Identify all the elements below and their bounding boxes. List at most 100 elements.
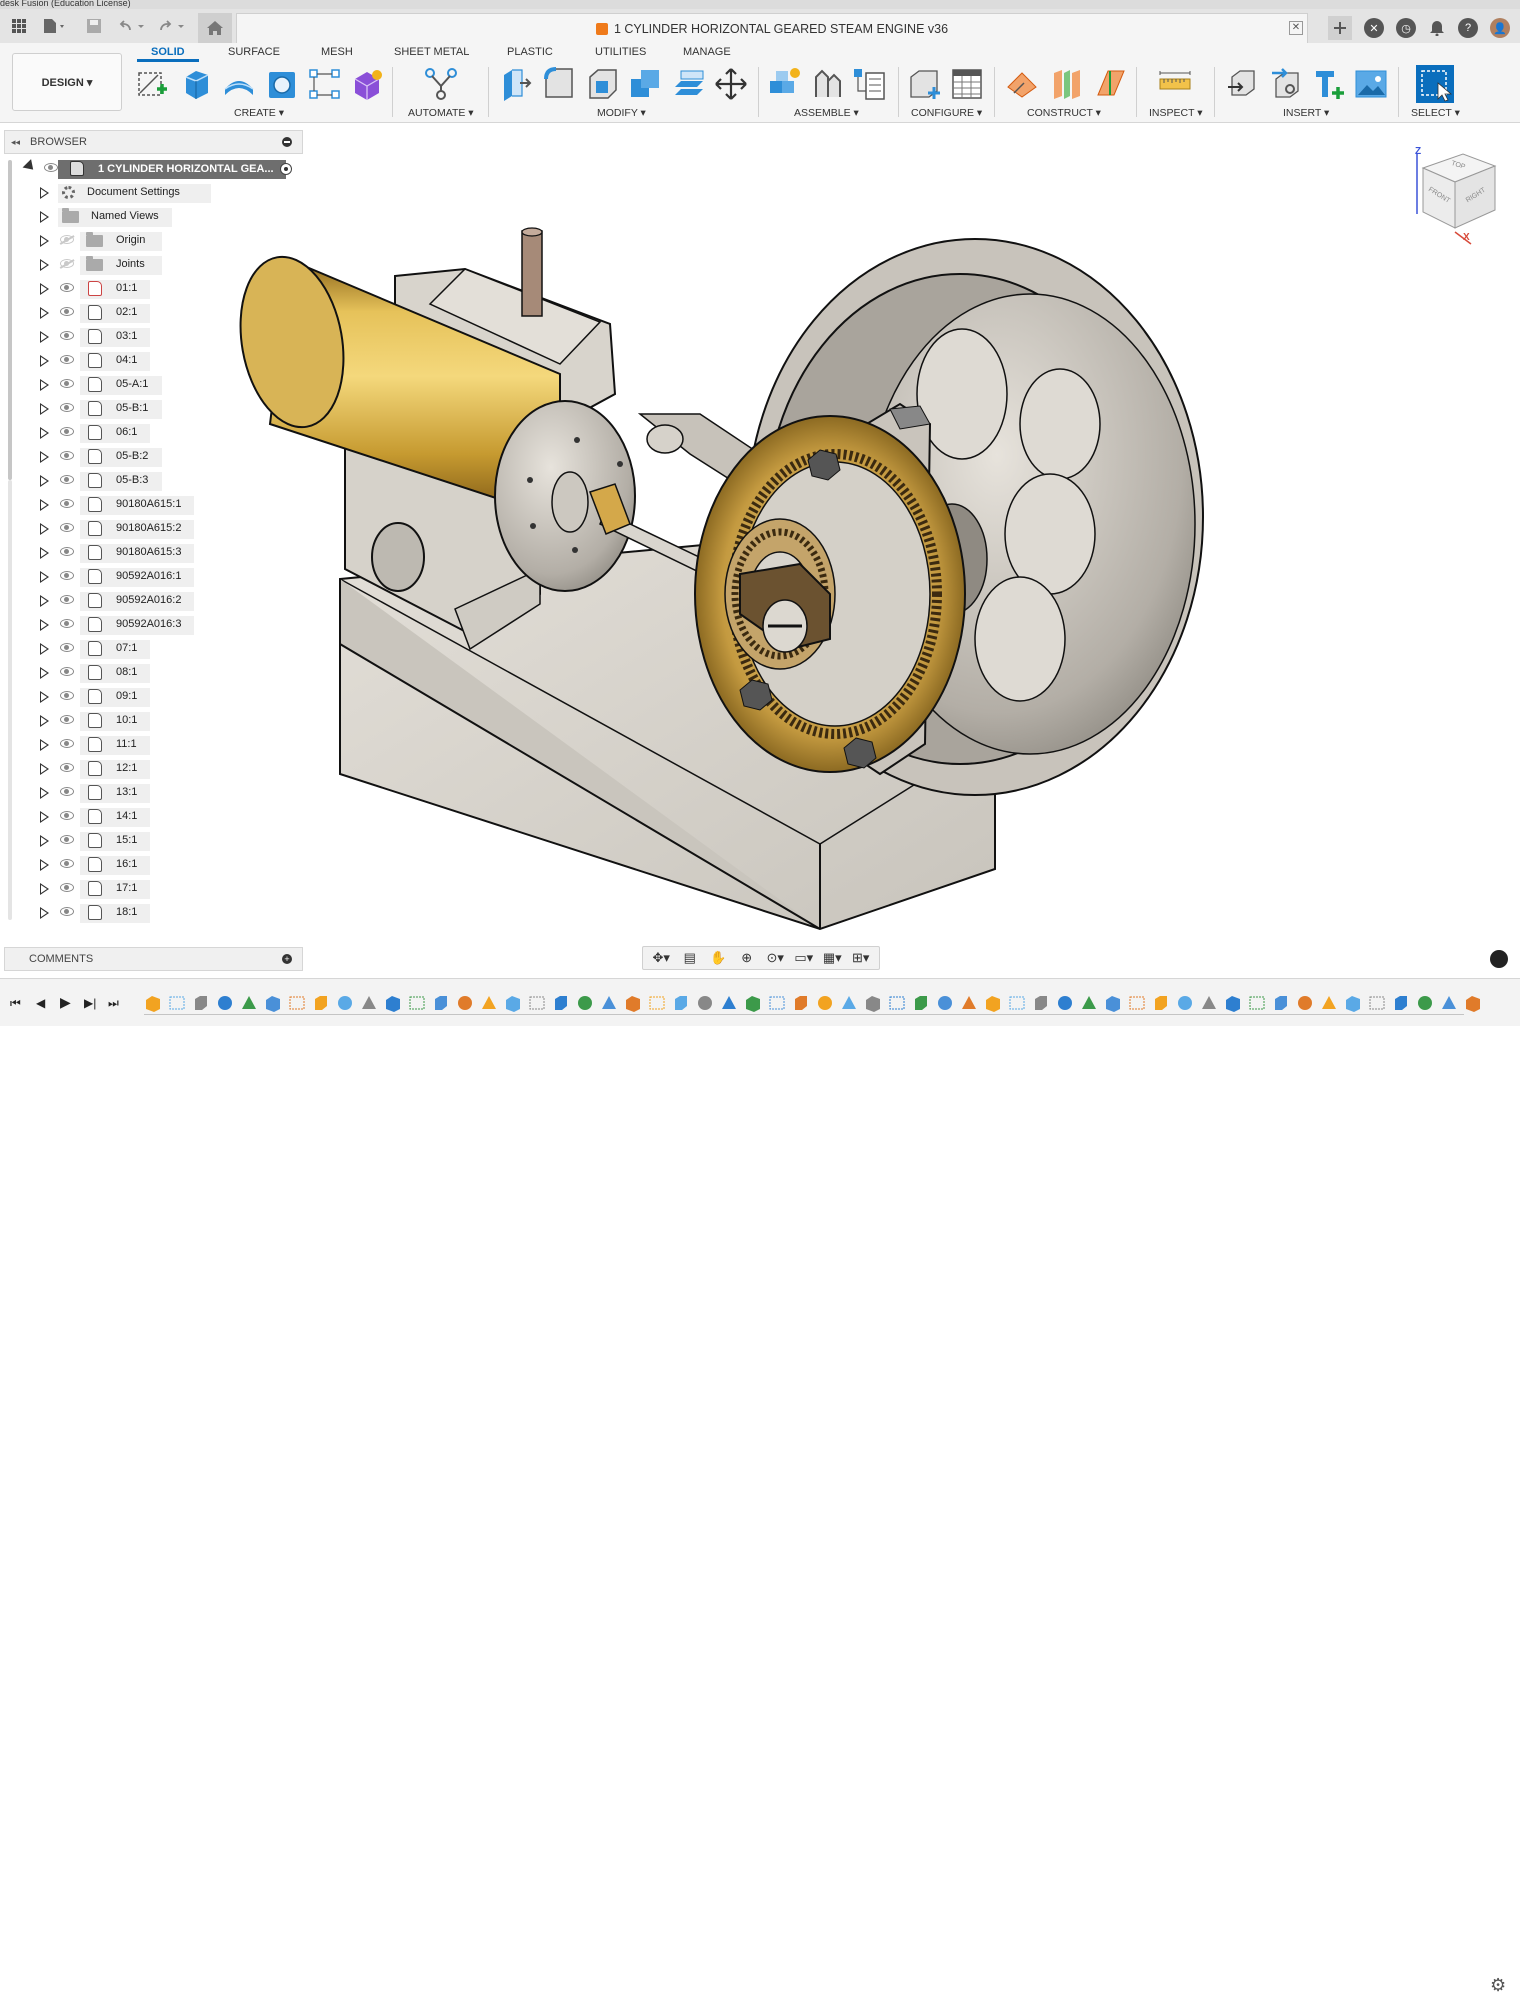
timeline-feature-icon[interactable] [360,994,378,1012]
expand-arrow-icon[interactable] [40,859,49,871]
timeline-feature-icon[interactable] [864,994,882,1012]
insert-decal-icon[interactable] [1270,67,1304,101]
expand-arrow-icon[interactable] [40,355,49,367]
expand-arrow-icon[interactable] [40,235,49,247]
visibility-eye-icon[interactable] [60,523,74,532]
create-sketch-icon[interactable] [136,67,170,101]
expand-arrow-icon[interactable] [40,403,49,415]
visibility-eye-icon[interactable] [60,883,74,892]
timeline-feature-icon[interactable] [1368,994,1386,1012]
timeline-feature-icon[interactable] [288,994,306,1012]
timeline-feature-icon[interactable] [984,994,1002,1012]
browser-node[interactable]: 90592A016:3 [14,614,294,636]
file-menu-icon[interactable] [40,16,70,36]
timeline-feature-icon[interactable] [1416,994,1434,1012]
timeline-feature-icon[interactable] [144,994,162,1012]
expand-arrow-icon[interactable] [40,475,49,487]
visibility-eye-icon[interactable] [60,811,74,820]
extrude-icon[interactable] [180,67,214,101]
joint-icon[interactable] [810,67,844,101]
browser-node[interactable]: 05-A:1 [14,374,294,396]
timeline-feature-icon[interactable] [696,994,714,1012]
expand-arrow-icon[interactable] [40,187,49,199]
new-component-icon[interactable] [768,67,802,101]
activate-component-icon[interactable] [280,163,292,175]
timeline-feature-icon[interactable] [1056,994,1074,1012]
look-at-icon[interactable]: ▤ [681,950,699,966]
modify-group-label[interactable]: MODIFY ▾ [597,107,646,119]
configure-icon[interactable] [908,67,942,101]
timeline-feature-icon[interactable] [552,994,570,1012]
visibility-eye-icon[interactable] [60,379,74,388]
press-pull-icon[interactable] [500,67,534,101]
browser-node[interactable]: 12:1 [14,758,294,780]
expand-arrow-icon[interactable] [40,667,49,679]
browser-node[interactable]: Origin [14,230,294,252]
timeline-feature-icon[interactable] [168,994,186,1012]
visibility-eye-icon[interactable] [60,547,74,556]
browser-node[interactable]: 18:1 [14,902,294,924]
tab-manage[interactable]: MANAGE [683,46,731,58]
expand-arrow-icon[interactable] [40,307,49,319]
timeline-feature-icon[interactable] [456,994,474,1012]
timeline-settings-icon[interactable]: ⚙ [1490,1975,1506,1996]
timeline-feature-icon[interactable] [1344,994,1362,1012]
timeline-feature-icon[interactable] [1152,994,1170,1012]
timeline-feature-icon[interactable] [504,994,522,1012]
browser-node[interactable]: 13:1 [14,782,294,804]
construct-group-label[interactable]: CONSTRUCT ▾ [1027,107,1101,119]
expand-arrow-icon[interactable] [40,211,49,223]
timeline-feature-icon[interactable] [1176,994,1194,1012]
browser-node[interactable]: 09:1 [14,686,294,708]
timeline-feature-icon[interactable] [744,994,762,1012]
browser-node[interactable]: 90180A615:1 [14,494,294,516]
offset-plane-icon[interactable] [1006,67,1040,101]
browser-node[interactable]: 16:1 [14,854,294,876]
visibility-eye-icon[interactable] [60,571,74,580]
timeline-feature-icon[interactable] [480,994,498,1012]
browser-node[interactable]: 06:1 [14,422,294,444]
plane-at-angle-icon[interactable] [1094,67,1128,101]
browser-node[interactable]: 11:1 [14,734,294,756]
expand-arrow-icon[interactable] [40,331,49,343]
timeline-feature-icon[interactable] [1200,994,1218,1012]
expand-arrow-icon[interactable] [40,379,49,391]
select-group-label[interactable]: SELECT ▾ [1411,107,1460,119]
browser-node[interactable]: 90592A016:1 [14,566,294,588]
timeline-feature-icon[interactable] [1272,994,1290,1012]
timeline-feature-icon[interactable] [1008,994,1026,1012]
visibility-eye-icon[interactable] [60,907,74,916]
expand-arrow-icon[interactable] [40,739,49,751]
redo-icon[interactable] [156,16,190,36]
visibility-eye-icon[interactable] [60,619,74,628]
fillet-icon[interactable] [542,67,576,101]
expand-arrow-icon[interactable] [40,523,49,535]
pan-icon[interactable]: ✋ [709,950,727,966]
timeline-feature-icon[interactable] [216,994,234,1012]
document-tab[interactable]: 1 CYLINDER HORIZONTAL GEARED STEAM ENGIN… [236,13,1308,43]
hole-icon[interactable] [265,67,299,101]
revolve-icon[interactable] [222,67,256,101]
inspect-group-label[interactable]: INSPECT ▾ [1149,107,1203,119]
visibility-eye-icon[interactable] [60,307,74,316]
undo-icon[interactable] [116,16,150,36]
expand-arrow-icon[interactable] [40,883,49,895]
save-icon[interactable] [84,16,104,36]
visibility-eye-icon[interactable] [60,475,74,484]
expand-arrow-icon[interactable] [40,691,49,703]
tab-mesh[interactable]: MESH [321,46,353,58]
visibility-eye-icon[interactable] [60,667,74,676]
expand-arrow-icon[interactable] [40,499,49,511]
comments-panel-header[interactable]: COMMENTS + [4,947,303,971]
timeline-feature-icon[interactable] [936,994,954,1012]
assemble-group-label[interactable]: ASSEMBLE ▾ [794,107,859,119]
browser-node[interactable]: Named Views [14,206,294,228]
visibility-eye-icon[interactable] [44,163,58,172]
browser-node[interactable]: 90180A615:3 [14,542,294,564]
timeline-feature-icon[interactable] [840,994,858,1012]
browser-node[interactable]: 15:1 [14,830,294,852]
configuration-table-icon[interactable] [950,67,984,101]
viewcube[interactable] [1416,153,1497,245]
timeline-next-icon[interactable]: ▶| [84,996,96,1010]
timeline-feature-icon[interactable] [336,994,354,1012]
